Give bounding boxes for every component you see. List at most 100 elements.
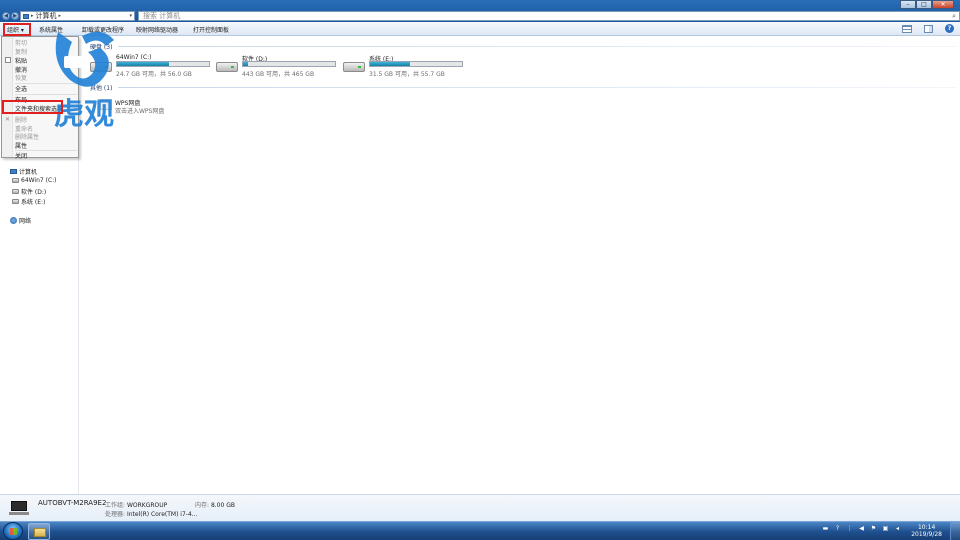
help-tray-icon[interactable]: ? <box>834 525 841 532</box>
paste-icon <box>5 57 11 63</box>
drive-usage-bar <box>116 61 210 67</box>
clock[interactable]: 10:14 2019/9/28 <box>911 524 942 538</box>
drive-usage-fill <box>370 62 410 66</box>
delete-icon: ✕ <box>5 116 11 123</box>
drive-usage-bar <box>369 61 463 67</box>
volume-icon[interactable]: ◂ <box>894 525 901 532</box>
menu-item-remove-properties[interactable]: 删除属性 <box>15 132 39 141</box>
control-panel-button[interactable]: 打开控制面板 <box>193 25 229 34</box>
menu-item-redo[interactable]: 恢复 <box>15 73 27 82</box>
uninstall-button[interactable]: 卸载或更改程序 <box>82 25 124 34</box>
clock-time: 10:14 <box>917 524 936 531</box>
drive-d[interactable]: 软件 (D:) 443 GB 可用，共 465 GB <box>216 54 341 82</box>
hard-drive-icon <box>343 62 365 72</box>
drive-usage-fill <box>117 62 169 66</box>
nav-drive-c[interactable]: 64Win7 (C:) <box>12 177 57 184</box>
clock-date: 2019/9/28 <box>911 531 942 538</box>
system-properties-button[interactable]: 系统属性 <box>39 25 63 34</box>
hard-drive-icon <box>90 62 112 72</box>
group-hard-disks-header[interactable]: 硬盘 (3) <box>90 42 112 51</box>
nav-drive-d[interactable]: 软件 (D:) <box>12 187 46 196</box>
search-placeholder: 搜索 计算机 <box>143 12 181 20</box>
nav-network-label: 网络 <box>19 218 32 225</box>
back-button[interactable]: ◀ <box>2 12 10 20</box>
nav-buttons: ◀ ▶ <box>2 12 19 20</box>
cloud-drive-icon <box>100 99 112 110</box>
map-drive-button[interactable]: 映射网络驱动器 <box>136 25 178 34</box>
menu-item-select-all[interactable]: 全选 <box>15 84 27 93</box>
menu-item-paste[interactable]: 粘贴 <box>15 56 27 65</box>
workgroup-value: WORKGROUP <box>126 502 168 509</box>
menu-item-cut[interactable]: 剪切 <box>15 38 27 47</box>
network-tray-icon[interactable]: ▣ <box>882 525 889 532</box>
breadcrumb-computer[interactable]: 计算机 <box>36 11 57 21</box>
drive-icon <box>12 178 19 183</box>
nav-drive-label: 64Win7 (C:) <box>21 177 57 184</box>
show-desktop-button[interactable] <box>950 522 960 540</box>
search-input[interactable]: 搜索 计算机 ⌕ <box>138 11 960 21</box>
memory-label: 内存: 8.00 GB <box>195 502 235 509</box>
taskbar-explorer-button[interactable] <box>28 523 50 540</box>
drive-icon <box>12 199 19 204</box>
address-bar[interactable]: ▸ 计算机 ▸ ▾ <box>20 11 135 21</box>
keyboard-icon[interactable]: ▬ <box>822 525 829 532</box>
nav-drive-label: 软件 (D:) <box>21 189 47 196</box>
toolbar-right: ? <box>902 24 954 33</box>
search-icon[interactable]: ⌕ <box>952 12 956 20</box>
menu-gutter <box>2 37 13 157</box>
network-icon <box>10 217 17 224</box>
computer-name: AUTOBVT-M2RA9E2 <box>38 499 107 507</box>
menu-item-properties[interactable]: 属性 <box>15 141 27 150</box>
flag-icon[interactable]: ⚑ <box>870 525 877 532</box>
help-icon[interactable]: ? <box>945 24 954 33</box>
nav-network[interactable]: 网络 <box>10 216 31 225</box>
address-dropdown-icon[interactable]: ▾ <box>129 13 134 19</box>
processor-label: 处理器: Intel(R) Core(TM) i7-4... <box>105 511 198 518</box>
highlight-organize <box>3 23 31 36</box>
details-pane: AUTOBVT-M2RA9E2 工作组: WORKGROUP 内存: 8.00 … <box>0 494 960 521</box>
processor-value: Intel(R) Core(TM) i7-4... <box>126 511 198 518</box>
computer-icon <box>23 13 29 19</box>
drive-name: 64Win7 (C:) <box>116 54 152 61</box>
drive-c[interactable]: 64Win7 (C:) 24.7 GB 可用，共 56.0 GB <box>90 54 215 82</box>
memory-value: 8.00 GB <box>210 502 235 509</box>
group-divider <box>118 46 956 47</box>
drive-usage-fill <box>243 62 248 66</box>
drive-space-info: 24.7 GB 可用，共 56.0 GB <box>116 71 192 78</box>
minimize-button[interactable]: – <box>900 0 916 9</box>
title-bar: ◀ ▶ ▸ 计算机 ▸ ▾ 搜索 计算机 ⌕ – □ ✕ <box>0 0 960 22</box>
menu-item-copy[interactable]: 复制 <box>15 47 27 56</box>
drive-icon <box>12 189 19 194</box>
nav-computer-label: 计算机 <box>19 169 38 176</box>
close-button[interactable]: ✕ <box>932 0 954 9</box>
menu-item-delete[interactable]: 删除 <box>15 115 27 124</box>
drive-space-info: 31.5 GB 可用，共 55.7 GB <box>369 71 445 78</box>
maximize-button[interactable]: □ <box>916 0 932 9</box>
show-hidden-icons-icon[interactable]: ◀ <box>858 525 865 532</box>
window-controls: – □ ✕ <box>900 0 954 9</box>
computer-icon <box>10 169 17 174</box>
taskbar: ▬ ? ⋮ ◀ ⚑ ▣ ◂ 10:14 2019/9/28 <box>0 521 960 540</box>
group-divider <box>118 87 956 88</box>
breadcrumb-separator-icon: ▸ <box>31 13 34 19</box>
change-view-icon[interactable] <box>902 24 912 33</box>
hard-drive-icon <box>216 62 238 72</box>
drive-space-info: 443 GB 可用，共 465 GB <box>242 71 315 78</box>
nav-drive-label: 系统 (E:) <box>21 199 46 206</box>
menu-item-close[interactable]: 关闭 <box>15 151 27 160</box>
forward-button[interactable]: ▶ <box>11 12 19 20</box>
nav-computer[interactable]: 计算机 <box>10 167 37 176</box>
drive-usage-bar <box>242 61 336 67</box>
highlight-folder-options <box>2 100 63 114</box>
breadcrumb-arrow-icon[interactable]: ▸ <box>59 13 62 19</box>
preview-pane-icon[interactable] <box>924 24 933 33</box>
start-button[interactable] <box>3 522 23 540</box>
command-bar: 组织 ▾ 系统属性 卸载或更改程序 映射网络驱动器 打开控制面板 ? <box>0 22 960 36</box>
nav-drive-e[interactable]: 系统 (E:) <box>12 197 45 206</box>
tray-menu-icon[interactable]: ⋮ <box>846 525 853 532</box>
workgroup-label: 工作组: WORKGROUP <box>105 502 168 509</box>
wps-description: 双击进入WPS网盘 <box>115 108 165 115</box>
drive-e[interactable]: 系统 (E:) 31.5 GB 可用，共 55.7 GB <box>343 54 468 82</box>
group-other-header[interactable]: 其他 (1) <box>90 83 112 92</box>
computer-icon <box>9 501 29 515</box>
